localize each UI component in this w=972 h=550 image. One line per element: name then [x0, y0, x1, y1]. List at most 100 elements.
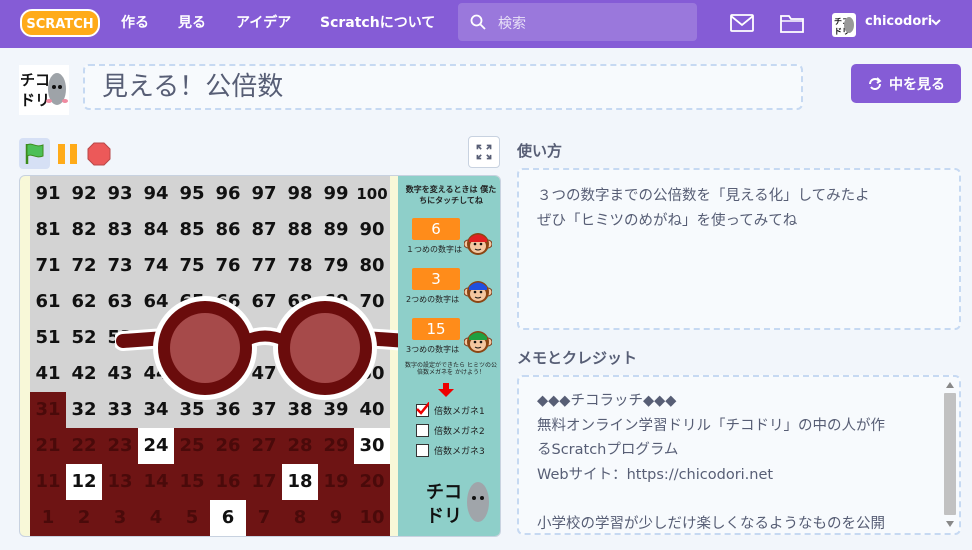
- notes-field[interactable]: ◆◆◆チコラッチ◆◆◆ 無料オンライン学習ドリル「チコドリ」の中の人が作 るSc…: [517, 375, 961, 535]
- number-2-label: 2つめの数字は: [406, 295, 460, 304]
- grid-cell: 13: [102, 464, 138, 500]
- logo-text: SCRATCH: [26, 17, 93, 32]
- instructions-line: ３つの数字までの公倍数を「見える化」してみたよ: [537, 188, 870, 204]
- grid-cell: 99: [318, 176, 354, 212]
- stop-icon[interactable]: [87, 142, 111, 166]
- chicodori-logo: チコ ドリ: [426, 482, 489, 527]
- grid-cell: 9: [318, 500, 354, 536]
- chevron-down-icon[interactable]: [930, 17, 942, 27]
- see-inside-button[interactable]: 中を見る: [851, 64, 961, 103]
- grid-cell: 82: [66, 212, 102, 248]
- grid-cell: 86: [210, 212, 246, 248]
- notes-heading: メモとクレジット: [517, 349, 638, 367]
- scratch-logo[interactable]: SCRATCH: [20, 9, 100, 37]
- nav-explore[interactable]: 見る: [178, 0, 206, 48]
- see-inside-label: 中を見る: [889, 76, 945, 93]
- arrow-down-icon: [438, 383, 454, 397]
- nav-ideas[interactable]: アイデア: [236, 0, 291, 48]
- grid-cell: 5: [174, 500, 210, 536]
- user-avatar[interactable]: チコ ドリ: [832, 13, 856, 37]
- project-stage[interactable]: 91 92 93 94 95 96 97 98 99 100 81 82 83 84 85 86 87 88 89 9…: [19, 175, 501, 537]
- grid-cell: 93: [102, 176, 138, 212]
- username[interactable]: chicodori: [865, 14, 932, 29]
- pause-icon[interactable]: [56, 142, 80, 166]
- checkbox-glasses-1[interactable]: 倍数メガネ1: [416, 402, 485, 417]
- project-author-avatar[interactable]: チコ ドリ: [19, 65, 69, 115]
- grid-cell: 4: [138, 500, 174, 536]
- green-flag-button[interactable]: [19, 138, 50, 169]
- grid-cell: 100: [354, 176, 390, 212]
- monkey-green-icon[interactable]: [464, 328, 492, 356]
- grid-cell: 92: [66, 176, 102, 212]
- search-input[interactable]: 検索: [458, 3, 697, 41]
- number-1-label: １つめの数字は: [406, 245, 462, 254]
- search-icon: [470, 14, 486, 30]
- grid-cell: 22: [66, 428, 102, 464]
- notes-scrollbar-thumb[interactable]: [944, 393, 956, 515]
- project-title-field[interactable]: 見える！公倍数: [83, 64, 803, 110]
- grid-cell: 32: [66, 392, 102, 428]
- grid-cell: 78: [282, 248, 318, 284]
- grid-cell: 23: [102, 428, 138, 464]
- grid-cell: 81: [30, 212, 66, 248]
- scroll-up-arrow[interactable]: [944, 380, 956, 390]
- nav-about[interactable]: Scratchについて: [320, 0, 435, 48]
- instructions-field[interactable]: ３つの数字までの公倍数を「見える化」してみたよ ぜひ「ヒミツのめがね」を使ってみ…: [517, 168, 961, 330]
- notes-link[interactable]: Webサイト：https://chicodori.net: [537, 463, 939, 488]
- grid-cell: 95: [174, 176, 210, 212]
- scroll-down-arrow[interactable]: [944, 519, 956, 529]
- checkbox-2-label: 倍数メガネ2: [434, 427, 485, 437]
- grid-cell: 88: [282, 212, 318, 248]
- search-placeholder: 検索: [498, 16, 526, 32]
- grid-cell: 6: [210, 500, 246, 536]
- grid-cell: 20: [354, 464, 390, 500]
- grid-cell: 19: [318, 464, 354, 500]
- number-3-label: 3つめの数字は: [406, 345, 460, 354]
- checkbox-1-box[interactable]: [416, 402, 429, 417]
- grid-cell: 77: [246, 248, 282, 284]
- grid-cell: 42: [66, 356, 102, 392]
- monkey-blue-icon[interactable]: [464, 278, 492, 306]
- folder-icon[interactable]: [780, 12, 804, 34]
- grid-cell: 31: [30, 392, 66, 428]
- svg-text:ドリ: ドリ: [20, 91, 50, 109]
- checkbox-glasses-3[interactable]: 倍数メガネ3: [416, 444, 485, 457]
- grid-cell: 1: [30, 500, 66, 536]
- checkbox-3-label: 倍数メガネ3: [434, 447, 485, 457]
- grid-cell: 16: [210, 464, 246, 500]
- fullscreen-button[interactable]: [468, 136, 500, 168]
- checkbox-3-box[interactable]: [416, 444, 429, 457]
- svg-text:ドリ: ドリ: [426, 506, 462, 527]
- instructions-line: ぜひ「ヒミツのめがね」を使ってみてね: [537, 213, 798, 229]
- mail-icon[interactable]: [730, 13, 754, 33]
- grid-cell: 87: [246, 212, 282, 248]
- grid-cell: 73: [102, 248, 138, 284]
- instructions-heading: 使い方: [517, 142, 563, 160]
- grid-cell: 75: [174, 248, 210, 284]
- grid-cell: 28: [282, 428, 318, 464]
- svg-text:チコ: チコ: [426, 482, 462, 503]
- notes-line: るScratchプログラム: [537, 442, 679, 458]
- grid-cell: 8: [282, 500, 318, 536]
- grid-cell: 14: [138, 464, 174, 500]
- checkbox-glasses-2[interactable]: 倍数メガネ2: [416, 424, 485, 437]
- number-1-value: 6: [412, 218, 460, 240]
- grid-cell: 76: [210, 248, 246, 284]
- grid-cell: 74: [138, 248, 174, 284]
- monkey-red-icon[interactable]: [464, 230, 492, 258]
- grid-cell: 71: [30, 248, 66, 284]
- top-nav: SCRATCH 作る 見る アイデア Scratchについて 検索 チコ ドリ c…: [0, 0, 972, 48]
- grid-cell: 25: [174, 428, 210, 464]
- grid-cell: 30: [354, 428, 390, 464]
- notes-line: ◆◆◆チコラッチ◆◆◆: [537, 393, 677, 409]
- grid-cell: 61: [30, 284, 66, 320]
- nav-create[interactable]: 作る: [121, 0, 149, 48]
- glasses-sprite[interactable]: [115, 291, 415, 401]
- grid-cell: 85: [174, 212, 210, 248]
- checkbox-2-box[interactable]: [416, 424, 429, 437]
- grid-cell: 90: [354, 212, 390, 248]
- remix-icon: [869, 76, 882, 90]
- glasses-instruction: 数字の設定ができたら ヒミツの公倍数メガネを かけよう！: [405, 362, 497, 376]
- grid-cell: 17: [246, 464, 282, 500]
- grid-cell: 83: [102, 212, 138, 248]
